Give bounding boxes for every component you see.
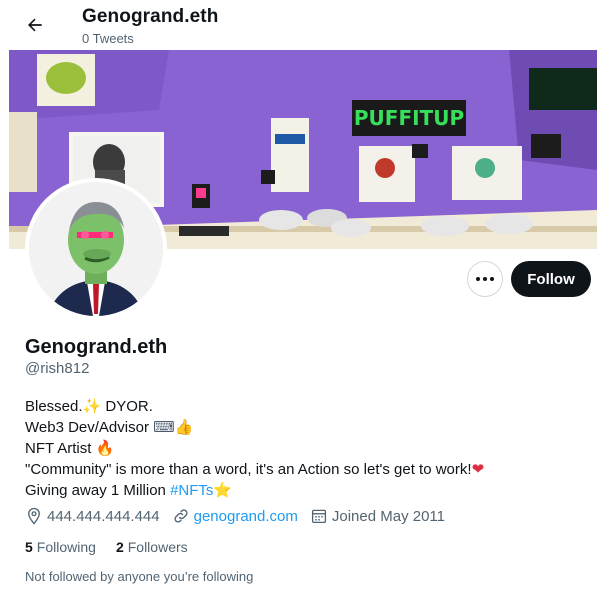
- following-link[interactable]: 5 Following: [25, 539, 96, 555]
- joined-item: Joined May 2011: [310, 507, 445, 525]
- fire-icon: 🔥: [95, 439, 115, 457]
- calendar-icon: [311, 509, 326, 524]
- avatar[interactable]: [25, 178, 167, 320]
- website-link[interactable]: genogrand.com: [194, 508, 298, 525]
- website-item: genogrand.com: [172, 507, 298, 525]
- location-pin-icon: [28, 507, 40, 525]
- hashtag-link[interactable]: #NFTs: [170, 482, 213, 499]
- top-bar: Genogrand.eth 0 Tweets: [0, 0, 597, 50]
- star-icon: ⭐: [213, 481, 233, 499]
- handle: @rish812: [25, 360, 90, 377]
- location-item: 444.444.444.444: [25, 507, 160, 525]
- back-arrow-icon: [28, 18, 42, 32]
- more-icon: [476, 277, 494, 281]
- back-button[interactable]: [18, 8, 52, 42]
- keyboard-thumbsup-icon: ⌨👍: [153, 418, 194, 436]
- followed-by-note: Not followed by anyone you’re following: [25, 569, 254, 584]
- display-name: Genogrand.eth: [25, 336, 168, 358]
- page-title: Genogrand.eth: [82, 6, 219, 27]
- bio-line: Web3 Dev/Advisor ⌨👍: [25, 418, 194, 436]
- heart-icon: ❤: [471, 460, 485, 478]
- bio-line: Blessed.✨ DYOR.: [25, 397, 153, 415]
- bio-line: Giving away 1 Million #NFTs⭐: [25, 481, 233, 499]
- more-options-button[interactable]: [467, 261, 503, 297]
- link-icon: [174, 509, 188, 523]
- bio-line: "Community" is more than a word, it's an…: [25, 460, 485, 478]
- bio: Blessed.✨ DYOR. Web3 Dev/Advisor ⌨👍 NFT …: [25, 396, 585, 501]
- follow-button[interactable]: Follow: [511, 261, 591, 297]
- tweet-count: 0 Tweets: [82, 31, 134, 46]
- follow-stats: 5 Following 2 Followers: [25, 539, 208, 555]
- avatar-image: [29, 182, 163, 316]
- sparkles-icon: ✨: [82, 397, 102, 415]
- bio-line: NFT Artist 🔥: [25, 439, 115, 457]
- followers-link[interactable]: 2 Followers: [116, 539, 188, 555]
- banner-sign-text: PUFFITUP: [354, 106, 464, 130]
- profile-meta: 444.444.444.444 genogrand.com Joined May…: [25, 506, 457, 526]
